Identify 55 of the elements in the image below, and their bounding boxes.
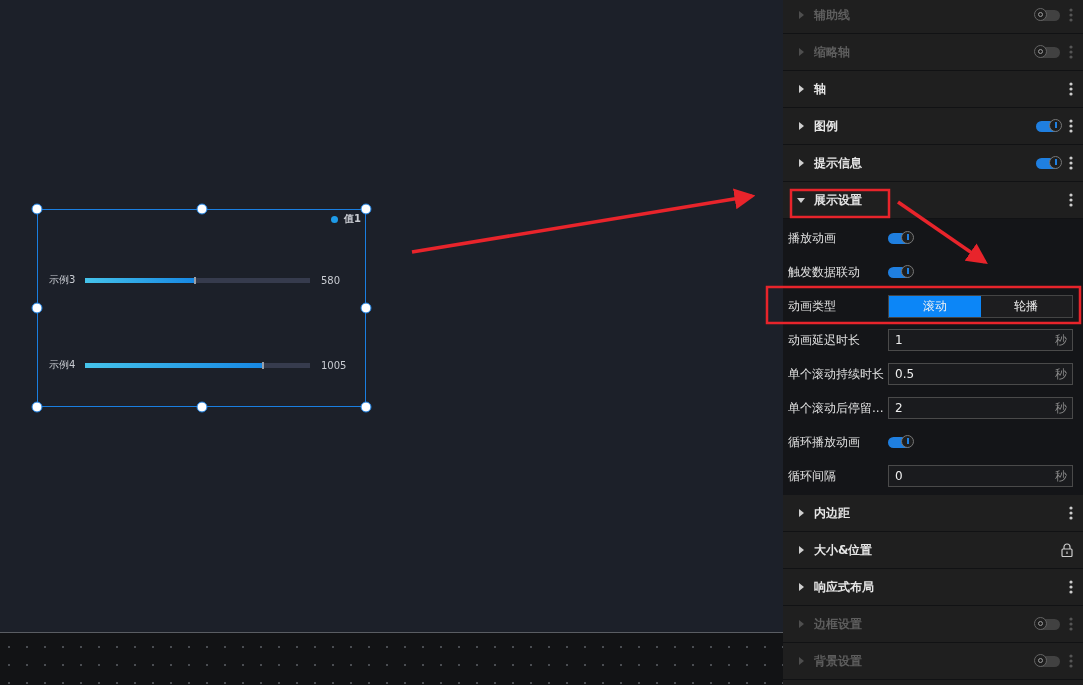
more-icon[interactable] xyxy=(1069,506,1073,520)
unit-label: 秒 xyxy=(1055,468,1067,485)
section-title[interactable]: 提示信息 xyxy=(814,154,1027,172)
section-title[interactable]: 图例 xyxy=(814,117,1027,135)
bar-value: 1005 xyxy=(321,359,347,371)
resize-handle[interactable] xyxy=(31,401,43,413)
bar-marker xyxy=(194,276,197,284)
resize-handle[interactable] xyxy=(196,203,207,215)
bar-label: 示例3 xyxy=(49,273,77,287)
section-title[interactable]: 展示设置 xyxy=(814,191,1060,209)
field-label: 单个滚动持续时长 xyxy=(788,365,885,383)
field-label: 循环间隔 xyxy=(788,467,837,485)
toggle-switch[interactable] xyxy=(888,436,912,448)
toggle-switch[interactable] xyxy=(888,266,912,278)
more-icon[interactable] xyxy=(1069,193,1073,207)
caret-right-icon[interactable] xyxy=(797,122,805,130)
toggle-switch[interactable] xyxy=(888,232,912,244)
unit-label: 秒 xyxy=(1055,400,1067,417)
caret-right-icon[interactable] xyxy=(797,583,805,591)
unit-label: 秒 xyxy=(1055,332,1067,349)
more-icon[interactable] xyxy=(1069,156,1073,170)
resize-handle[interactable] xyxy=(360,401,372,413)
unit-label: 秒 xyxy=(1055,366,1067,383)
more-icon[interactable] xyxy=(1069,580,1073,594)
section-title[interactable]: 内边距 xyxy=(814,504,1060,522)
toggle-switch[interactable] xyxy=(1036,157,1060,169)
segment-option[interactable]: 轮播 xyxy=(980,295,1072,317)
caret-down-icon[interactable] xyxy=(797,196,805,204)
bar-marker xyxy=(261,361,264,369)
section-title[interactable]: 轴 xyxy=(814,80,1060,98)
legend-label: 值1 xyxy=(344,212,361,226)
resize-handle[interactable] xyxy=(31,203,43,215)
field-label: 循环播放动画 xyxy=(788,433,861,451)
field-label: 动画延迟时长 xyxy=(788,331,861,349)
section-title[interactable]: 响应式布局 xyxy=(814,578,1060,596)
lock-icon[interactable] xyxy=(1061,543,1073,557)
resize-handle[interactable] xyxy=(360,302,372,314)
field-label: 动画类型 xyxy=(788,297,837,315)
field-label: 播放动画 xyxy=(788,229,837,247)
caret-right-icon[interactable] xyxy=(797,509,805,517)
more-icon[interactable] xyxy=(1069,119,1073,133)
selection-frame[interactable] xyxy=(37,209,366,407)
toggle-switch[interactable] xyxy=(1036,120,1060,132)
caret-right-icon[interactable] xyxy=(797,85,805,93)
resize-handle[interactable] xyxy=(31,302,43,314)
field-label: 触发数据联动 xyxy=(788,263,861,281)
bar-value: 580 xyxy=(321,274,341,286)
caret-right-icon[interactable] xyxy=(797,159,805,167)
field-label: 单个滚动后停留... xyxy=(788,399,885,417)
resize-handle[interactable] xyxy=(360,203,372,215)
bar-label: 示例4 xyxy=(49,358,77,372)
resize-handle[interactable] xyxy=(196,401,207,413)
more-icon[interactable] xyxy=(1069,82,1073,96)
section-title[interactable]: 大小&位置 xyxy=(814,541,1052,559)
caret-right-icon[interactable] xyxy=(797,546,805,554)
